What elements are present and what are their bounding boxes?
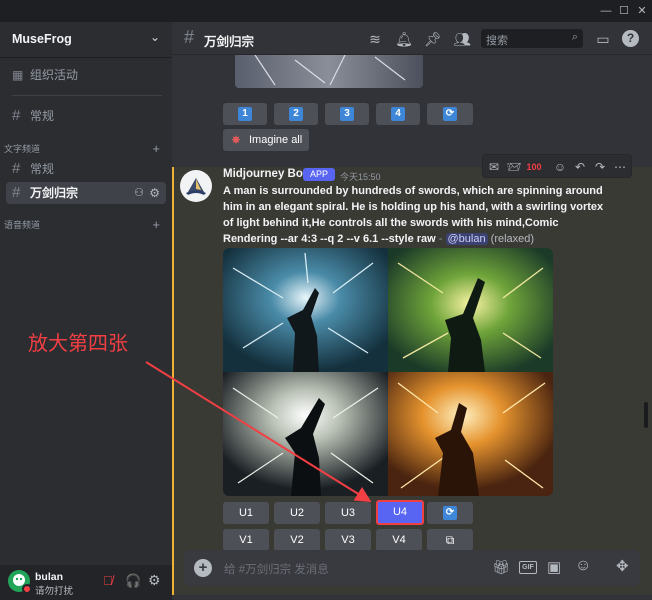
annotation-arrow bbox=[145, 361, 372, 503]
